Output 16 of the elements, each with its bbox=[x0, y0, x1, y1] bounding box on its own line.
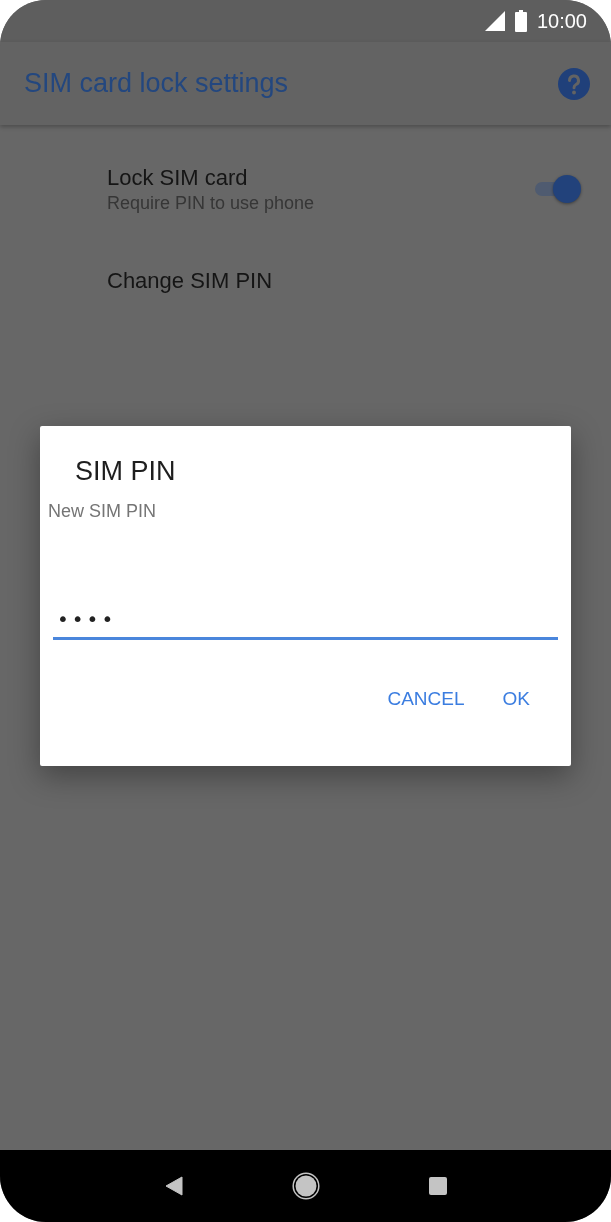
setting-title: Change SIM PIN bbox=[107, 268, 274, 294]
dialog-button[interactable]: CANCEL bbox=[379, 680, 473, 718]
dialog-title: SIM PIN bbox=[75, 456, 176, 487]
back-icon[interactable] bbox=[164, 1176, 183, 1196]
pin-input-field[interactable]: •••• bbox=[53, 607, 558, 640]
home-icon[interactable] bbox=[291, 1172, 320, 1200]
setting-item[interactable]: Change SIM PIN bbox=[0, 245, 611, 317]
dialog-button[interactable]: OK bbox=[494, 680, 538, 718]
signal-icon bbox=[484, 11, 505, 31]
clock-time: 10:00 bbox=[536, 9, 587, 33]
setting-title: Lock SIM card bbox=[107, 164, 249, 191]
recents-icon[interactable] bbox=[428, 1177, 447, 1195]
toggle-switch[interactable] bbox=[533, 173, 583, 205]
dialog-message: New SIM PIN bbox=[48, 501, 157, 522]
screen-title: SIM card lock settings bbox=[24, 68, 289, 99]
battery-icon bbox=[514, 10, 527, 32]
